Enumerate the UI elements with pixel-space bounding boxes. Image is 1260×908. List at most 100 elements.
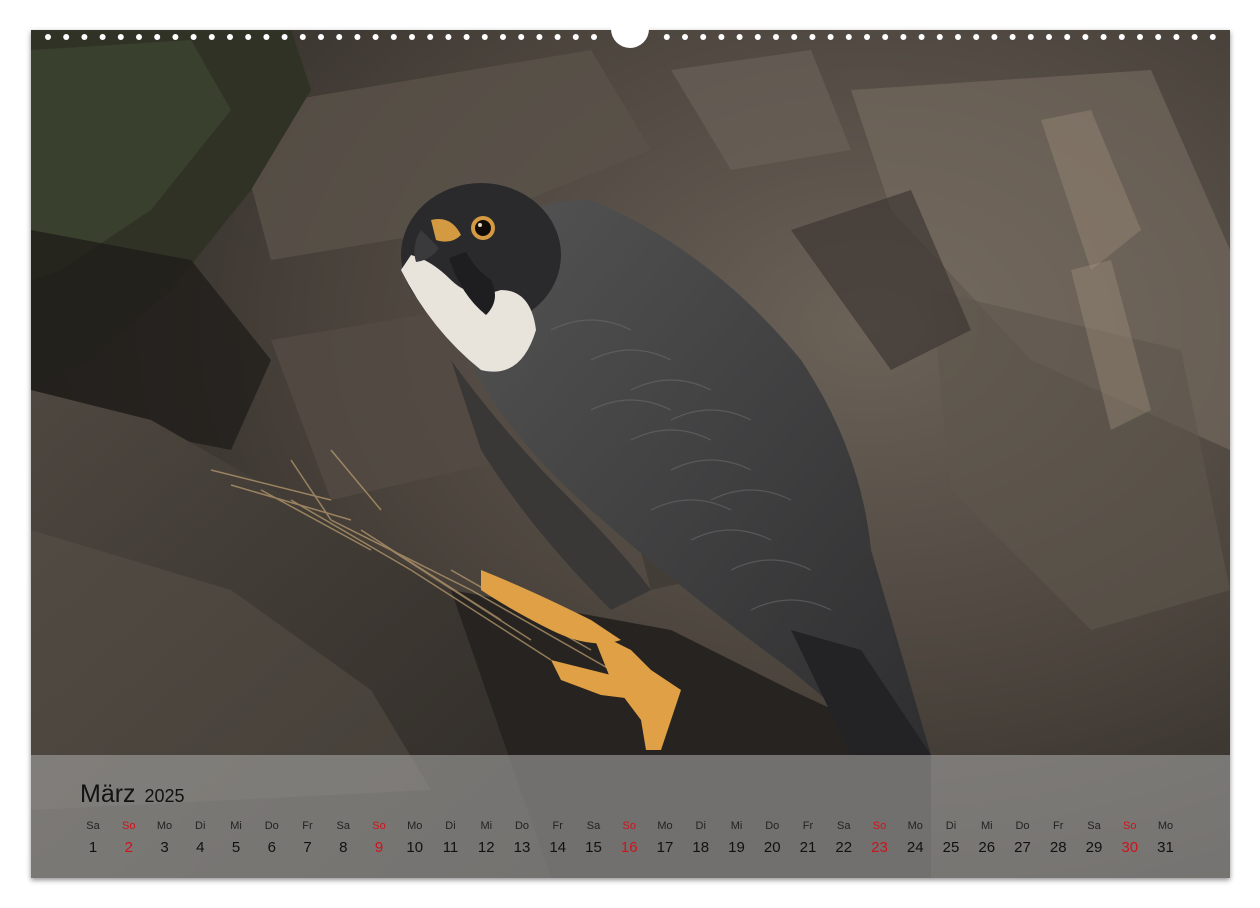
day-cell: So 2	[111, 819, 147, 858]
day-number: 16	[620, 839, 638, 856]
weekday-label: Di	[195, 820, 206, 832]
day-cell: So 30	[1112, 819, 1148, 858]
falcon-photo-illustration	[31, 30, 1230, 878]
day-number: 8	[339, 839, 348, 856]
weekday-label: So	[622, 820, 636, 832]
day-cell: Mo 24	[897, 819, 933, 858]
day-number: 15	[585, 839, 602, 856]
day-cell: Fr 28	[1040, 819, 1076, 858]
day-number: 22	[835, 839, 853, 856]
day-number: 27	[1014, 839, 1031, 856]
day-number: 1	[88, 839, 98, 856]
day-number: 21	[799, 839, 817, 856]
day-number: 12	[477, 839, 495, 856]
weekday-label: Sa	[837, 820, 851, 832]
day-number: 3	[160, 839, 169, 856]
day-number: 11	[442, 839, 459, 856]
day-cell: So 16	[611, 819, 647, 858]
weekday-label: So	[372, 820, 386, 832]
month-year: 2025	[144, 786, 185, 806]
day-cell: Mi 26	[969, 819, 1005, 858]
day-cell: Fr 21	[790, 819, 826, 858]
day-number: 29	[1085, 839, 1103, 856]
weekday-label: Mo	[907, 820, 923, 832]
day-number: 7	[303, 839, 312, 856]
weekday-label: Mi	[730, 820, 743, 832]
day-number: 24	[906, 839, 924, 856]
day-number: 2	[124, 839, 133, 856]
day-number: 5	[231, 839, 241, 856]
falcon-photo	[31, 30, 1230, 878]
weekday-label: Do	[765, 820, 780, 832]
weekday-label: Mo	[407, 820, 423, 832]
weekday-label: Do	[264, 820, 279, 832]
day-number: 20	[763, 839, 781, 856]
month-title: März 2025	[80, 779, 185, 811]
day-cell: Sa 8	[325, 819, 361, 858]
day-cell: Fr 14	[540, 819, 576, 858]
weekday-label: Mo	[1157, 820, 1174, 832]
day-cell: Mo 3	[147, 819, 183, 858]
weekday-label: Fr	[802, 820, 814, 832]
day-cell: Di 11	[433, 819, 469, 858]
day-cell: Mo 31	[1148, 819, 1184, 858]
day-cell: Mo 17	[647, 819, 683, 858]
weekday-label: Sa	[86, 820, 100, 832]
day-cell: Do 27	[1005, 819, 1041, 858]
day-cell: Do 13	[504, 819, 540, 858]
weekday-label: Do	[1015, 820, 1030, 832]
weekday-label: Mi	[230, 820, 242, 832]
day-cell: Do 6	[254, 819, 290, 858]
day-number: 26	[978, 839, 996, 856]
weekday-label: Sa	[586, 820, 601, 832]
month-name: März	[80, 780, 136, 808]
day-number: 31	[1157, 839, 1174, 856]
day-number: 17	[656, 839, 674, 856]
weekday-label: Fr	[302, 820, 313, 832]
calendar-page: März 2025 Sa 1 So 2 Mo 3 Di 4 Mi 5 Do 6 Fr 7 Sa 8 So 9 Mo 1…	[31, 30, 1230, 878]
weekday-label: Do	[514, 820, 530, 832]
day-cell: Mi 19	[719, 819, 755, 858]
weekday-label: Sa	[1087, 820, 1101, 832]
day-number: 4	[196, 839, 205, 856]
calendar-footer-band: März 2025 Sa 1 So 2 Mo 3 Di 4 Mi 5 Do 6 Fr 7 Sa 8 So 9 Mo 1…	[31, 755, 1230, 878]
day-cell: Di 25	[933, 819, 969, 858]
day-strip: Sa 1 So 2 Mo 3 Di 4 Mi 5 Do 6 Fr 7 Sa 8 So 9 Mo 10 Di 11 Mi 12 D…	[75, 819, 1215, 869]
weekday-label: Mo	[156, 820, 173, 832]
weekday-label: Fr	[552, 820, 563, 832]
day-number: 6	[267, 839, 276, 856]
day-cell: Mi 5	[218, 819, 254, 858]
weekday-label: So	[872, 820, 887, 832]
weekday-label: Mi	[980, 820, 993, 832]
day-number: 10	[406, 839, 424, 856]
day-cell: Di 18	[683, 819, 719, 858]
day-cell: Di 4	[182, 819, 218, 858]
weekday-label: So	[1123, 820, 1137, 832]
day-cell: Sa 1	[75, 819, 111, 858]
weekday-label: Mo	[657, 820, 673, 832]
day-cell: So 9	[361, 819, 397, 858]
weekday-label: Di	[445, 820, 456, 832]
day-cell: Sa 15	[576, 819, 612, 858]
day-number: 19	[728, 839, 745, 856]
day-cell: Sa 29	[1076, 819, 1112, 858]
weekday-label: Sa	[336, 820, 350, 832]
day-cell: Mo 10	[397, 819, 433, 858]
day-number: 30	[1121, 839, 1139, 856]
day-number: 18	[692, 839, 710, 856]
weekday-label: Di	[945, 820, 957, 832]
day-number: 25	[942, 839, 960, 856]
day-number: 13	[513, 839, 531, 856]
day-number: 9	[374, 839, 384, 856]
weekday-label: Di	[695, 820, 706, 832]
day-cell: Fr 7	[290, 819, 326, 858]
weekday-label: So	[122, 820, 136, 832]
weekday-label: Fr	[1053, 820, 1064, 832]
weekday-label: Mi	[480, 820, 493, 832]
day-number: 14	[549, 839, 567, 856]
day-cell: Do 20	[754, 819, 790, 858]
day-cell: So 23	[862, 819, 898, 858]
day-number: 28	[1049, 839, 1067, 856]
day-number: 23	[871, 839, 888, 856]
day-cell: Sa 22	[826, 819, 862, 858]
